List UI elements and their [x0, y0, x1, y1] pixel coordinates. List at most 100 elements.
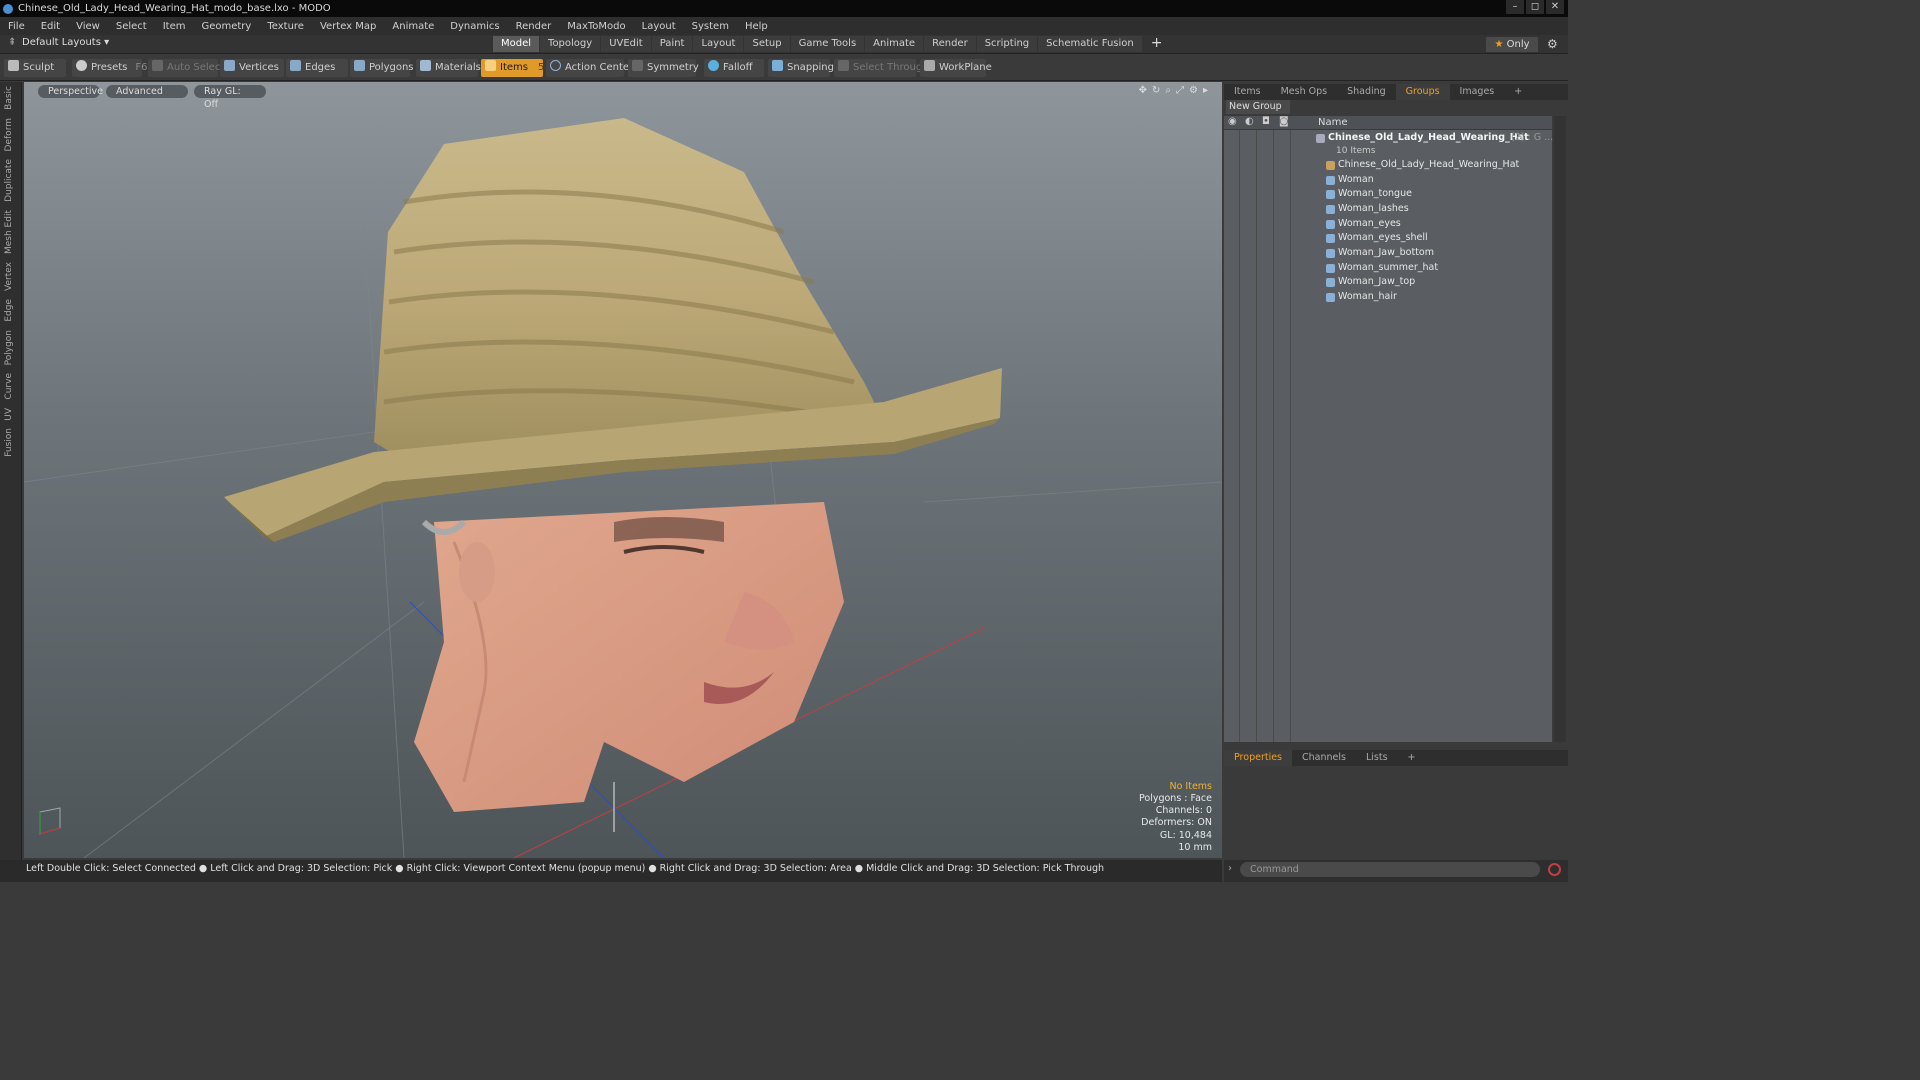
presets-button[interactable]: Presets F6	[72, 59, 148, 77]
polygons-button[interactable]: Polygons	[350, 59, 414, 77]
menu-system[interactable]: System	[684, 21, 737, 32]
falloff-button[interactable]: Falloff	[704, 59, 764, 77]
menu-edit[interactable]: Edit	[33, 21, 68, 32]
left-tab-polygon[interactable]: Polygon	[4, 326, 18, 369]
list-item[interactable]: Woman_Jaw_top	[1224, 275, 1552, 290]
tab-topology[interactable]: Topology	[540, 36, 601, 52]
tab-scripting[interactable]: Scripting	[976, 36, 1038, 52]
new-group-button[interactable]: New Group	[1226, 100, 1290, 114]
list-item[interactable]: Woman_tongue	[1224, 187, 1552, 202]
edges-button[interactable]: Edges2	[286, 59, 356, 77]
symmetry-button[interactable]: Symmetry	[628, 59, 699, 77]
tab-animate[interactable]: Animate	[865, 36, 924, 52]
add-panel-tab-button[interactable]: +	[1504, 84, 1532, 100]
left-tab-uv[interactable]: UV	[4, 404, 18, 425]
list-item[interactable]: Woman_hair	[1224, 290, 1552, 305]
items-button[interactable]: Items 5	[481, 59, 544, 77]
left-tab-deform[interactable]: Deform	[4, 114, 18, 155]
tab-render[interactable]: Render	[924, 36, 976, 52]
3d-viewport[interactable]: Perspective Advanced Ray GL: Off ✥ ↻ ⌕ ⤢…	[24, 82, 1222, 858]
tab-images[interactable]: Images	[1450, 84, 1505, 100]
tab-properties[interactable]: Properties	[1224, 750, 1293, 766]
list-item[interactable]: Woman_summer_hat	[1224, 261, 1552, 276]
menu-item[interactable]: Item	[155, 21, 194, 32]
tab-channels[interactable]: Channels	[1292, 750, 1356, 766]
tab-game-tools[interactable]: Game Tools	[790, 36, 865, 52]
materials-button[interactable]: Materials	[416, 59, 481, 77]
list-item[interactable]: Woman_Jaw_bottom	[1224, 246, 1552, 261]
left-tab-vertex[interactable]: Vertex	[4, 258, 18, 295]
close-button[interactable]: ✕	[1546, 0, 1564, 14]
tab-lists[interactable]: Lists	[1356, 750, 1398, 766]
menu-animate[interactable]: Animate	[384, 21, 442, 32]
gear-icon[interactable]: ⚙	[1547, 37, 1558, 51]
menu-maxtomodo[interactable]: MaxToModo	[559, 21, 633, 32]
minimize-button[interactable]: –	[1506, 0, 1524, 14]
tab-items[interactable]: Items	[1224, 84, 1271, 100]
chevron-right-icon[interactable]: ›	[1228, 863, 1232, 874]
add-bottom-tab-button[interactable]: +	[1398, 750, 1426, 766]
workplane-button[interactable]: WorkPlane	[920, 59, 992, 77]
fit-icon[interactable]: ⤢	[1176, 85, 1184, 96]
raygl-button[interactable]: Ray GL: Off	[194, 85, 266, 110]
tab-setup[interactable]: Setup	[744, 36, 790, 52]
tab-layout[interactable]: Layout	[693, 36, 744, 52]
select-icon[interactable]: ◙	[1279, 116, 1289, 127]
list-item[interactable]: Woman_eyes_shell	[1224, 231, 1552, 246]
rotate-icon[interactable]: ↻	[1152, 85, 1160, 96]
tab-model[interactable]: Model	[493, 36, 540, 52]
layouts-dropdown[interactable]: ⇞ Default Layouts ▾	[4, 37, 109, 48]
tab-schematic-fusion[interactable]: Schematic Fusion	[1038, 36, 1142, 52]
tab-groups[interactable]: Groups	[1395, 84, 1450, 100]
vertices-button[interactable]: Vertices1	[220, 59, 293, 77]
tab-paint[interactable]: Paint	[651, 36, 693, 52]
command-history-icon[interactable]	[1548, 863, 1561, 876]
menu-texture[interactable]: Texture	[259, 21, 312, 32]
menu-layout[interactable]: Layout	[634, 21, 684, 32]
view-mode-button[interactable]: Perspective	[38, 85, 103, 98]
tab-shading[interactable]: Shading	[1337, 84, 1396, 100]
menu-help[interactable]: Help	[737, 21, 776, 32]
left-tab-duplicate[interactable]: Duplicate	[4, 155, 18, 206]
menu-select[interactable]: Select	[108, 21, 155, 32]
list-item[interactable]: Woman_eyes	[1224, 217, 1552, 232]
viewport-menu-icon[interactable]: ▸	[1203, 85, 1208, 96]
action-center-button[interactable]: Action Center	[546, 59, 633, 77]
command-input[interactable]: Command	[1240, 862, 1540, 877]
menu-dynamics[interactable]: Dynamics	[442, 21, 507, 32]
shading-mode-button[interactable]: Advanced	[106, 85, 188, 98]
tab-uvedit[interactable]: UVEdit	[601, 36, 651, 52]
left-tab-fusion[interactable]: Fusion	[4, 424, 18, 461]
left-tab-basic[interactable]: Basic	[4, 82, 18, 114]
list-item[interactable]: Woman	[1224, 173, 1552, 188]
viewport-settings-icon[interactable]: ⚙	[1189, 85, 1198, 96]
collapse-icon[interactable]: ⇞	[8, 37, 16, 48]
select-through-button[interactable]: Select Through	[834, 59, 929, 77]
left-tab-edge[interactable]: Edge	[4, 295, 18, 326]
zoom-icon[interactable]: ⌕	[1165, 85, 1171, 96]
name-column-header[interactable]: Name	[1318, 116, 1348, 130]
render-icon[interactable]: ◐	[1245, 116, 1254, 127]
pan-icon[interactable]: ✥	[1139, 85, 1147, 96]
maximize-button[interactable]: ◻	[1526, 0, 1544, 14]
menu-render[interactable]: Render	[508, 21, 560, 32]
left-tab-mesh-edit[interactable]: Mesh Edit	[4, 206, 18, 258]
eye-icon[interactable]: ◉	[1228, 116, 1237, 127]
auto-select-button[interactable]: Auto Select	[148, 59, 224, 77]
left-tab-curve[interactable]: Curve	[4, 369, 18, 404]
tab-mesh-ops[interactable]: Mesh Ops	[1271, 84, 1338, 100]
sculpt-button[interactable]: Sculpt	[4, 59, 66, 77]
snapping-button[interactable]: Snapping	[768, 59, 834, 77]
menu-file[interactable]: File	[0, 21, 33, 32]
bottom-panel-tabs: Properties Channels Lists +	[1224, 750, 1568, 766]
lock-icon[interactable]: ◘	[1262, 116, 1270, 127]
menu-view[interactable]: View	[68, 21, 108, 32]
only-button[interactable]: ★ Only	[1486, 37, 1538, 52]
menu-vertex-map[interactable]: Vertex Map	[312, 21, 384, 32]
materials-icon	[420, 60, 431, 71]
list-item[interactable]: Woman_lashes	[1224, 202, 1552, 217]
tree-scrollbar[interactable]	[1554, 116, 1566, 742]
menu-geometry[interactable]: Geometry	[193, 21, 259, 32]
list-item[interactable]: Chinese_Old_Lady_Head_Wearing_Hat	[1224, 158, 1552, 173]
add-tab-button[interactable]: +	[1143, 36, 1171, 52]
